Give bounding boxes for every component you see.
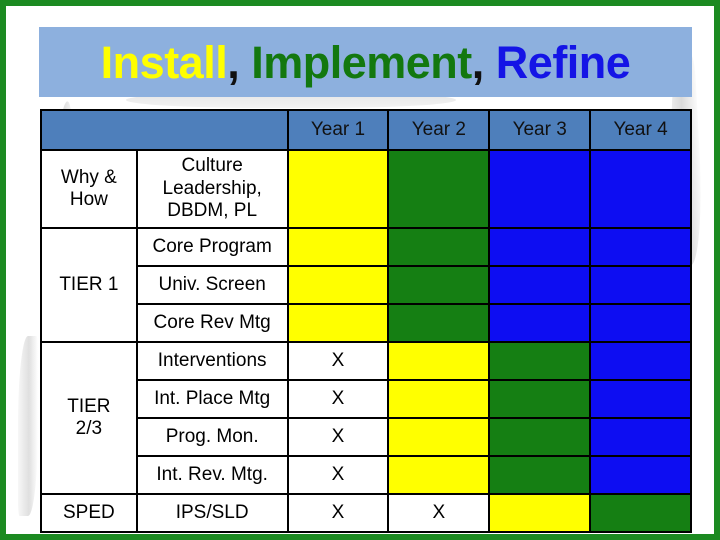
year-1-cell xyxy=(286,149,390,229)
year-2-cell xyxy=(387,303,491,343)
title-comma-2: , xyxy=(471,36,496,88)
header-year-2: Year 2 xyxy=(387,109,491,151)
year-4-cell xyxy=(589,417,692,457)
page-title: Install, Implement, Refine xyxy=(101,40,631,85)
year-1-cell xyxy=(286,265,390,305)
year-1-cell: X xyxy=(286,341,390,381)
item-label-line: DBDM, PL xyxy=(167,200,258,222)
year-1-cell: X xyxy=(286,493,390,533)
year-2-cell xyxy=(387,379,491,419)
title-word-refine: Refine xyxy=(495,36,631,88)
header-year-1: Year 1 xyxy=(286,109,390,151)
category-cell: TIER 2/3 xyxy=(40,341,138,495)
table-row: TIER 2/3 Interventions X xyxy=(40,341,692,495)
category-label-line: How xyxy=(69,189,108,210)
year-3-cell xyxy=(488,227,592,267)
category-cell: TIER 1 xyxy=(40,227,138,343)
item-label-cell: Core Rev Mtg xyxy=(135,303,289,343)
year-4-cell xyxy=(589,455,692,495)
year-4-cell xyxy=(589,493,692,533)
table-row: TIER 1 Core Program xyxy=(40,227,692,343)
table-row: Int. Rev. Mtg. X xyxy=(41,455,692,495)
category-cell: SPED xyxy=(40,493,138,533)
year-3-cell xyxy=(488,417,592,457)
year-1-cell xyxy=(286,303,390,343)
table-row: Why & How Culture Leadership, DBDM, PL xyxy=(40,149,692,229)
year-4-cell xyxy=(589,227,692,267)
year-2-cell xyxy=(387,455,491,495)
year-2-cell xyxy=(387,417,491,457)
year-3-cell xyxy=(488,493,592,533)
item-label-cell: IPS/SLD xyxy=(135,493,289,533)
item-label-cell: Int. Place Mtg xyxy=(135,379,289,419)
category-label-line: 2/3 xyxy=(75,418,103,439)
year-4-cell xyxy=(589,149,692,229)
header-year-3: Year 3 xyxy=(488,109,592,151)
category-label-line: Why & xyxy=(60,166,117,188)
year-2-cell xyxy=(387,149,491,229)
category-label-line: TIER xyxy=(67,395,111,417)
item-label-cell: Interventions xyxy=(135,341,289,381)
table-row: Core Rev Mtg xyxy=(41,303,692,343)
year-4-cell xyxy=(589,341,692,381)
slide-canvas: Install, Implement, Refine Year 1 Year 2… xyxy=(0,0,720,540)
year-1-cell: X xyxy=(286,417,390,457)
item-label-cell: Int. Rev. Mtg. xyxy=(135,455,289,495)
year-2-cell xyxy=(387,265,491,305)
year-3-cell xyxy=(488,265,592,305)
table-header-row: Year 1 Year 2 Year 3 Year 4 xyxy=(40,109,692,151)
item-label-cell: Core Program xyxy=(135,227,289,267)
year-2-cell: X xyxy=(387,493,491,533)
title-comma-1: , xyxy=(227,36,252,88)
table-row: Int. Place Mtg X xyxy=(41,379,692,419)
year-4-cell xyxy=(589,303,692,343)
year-3-cell xyxy=(488,455,592,495)
item-label-cell: Culture Leadership, DBDM, PL xyxy=(135,149,289,229)
year-1-cell: X xyxy=(286,379,390,419)
item-label-cell: Univ. Screen xyxy=(135,265,289,305)
year-3-cell xyxy=(488,303,592,343)
item-label-line: Leadership, xyxy=(162,177,262,199)
item-label-cell: Prog. Mon. xyxy=(135,417,289,457)
year-2-cell xyxy=(387,227,491,267)
header-year-4: Year 4 xyxy=(589,109,692,151)
year-4-cell xyxy=(589,379,692,419)
table-row: SPED IPS/SLD X X xyxy=(40,493,692,533)
decorative-brush-stroke xyxy=(18,336,38,516)
item-label-line: Culture xyxy=(181,155,243,177)
year-3-cell xyxy=(488,379,592,419)
year-1-cell: X xyxy=(286,455,390,495)
year-1-cell xyxy=(286,227,390,267)
implementation-matrix-table: Year 1 Year 2 Year 3 Year 4 Why & How Cult… xyxy=(40,109,692,533)
header-blank xyxy=(40,109,289,151)
table-body: Why & How Culture Leadership, DBDM, PL TIER 1… xyxy=(40,149,692,533)
year-3-cell xyxy=(488,341,592,381)
table-row: Univ. Screen xyxy=(41,265,692,305)
year-3-cell xyxy=(488,149,592,229)
table-row: Prog. Mon. X xyxy=(41,417,692,457)
title-word-install: Install xyxy=(100,36,228,88)
title-banner: Install, Implement, Refine xyxy=(39,27,692,97)
year-4-cell xyxy=(589,265,692,305)
title-word-implement: Implement xyxy=(251,36,472,88)
year-2-cell xyxy=(387,341,491,381)
category-cell: Why & How xyxy=(40,149,138,229)
